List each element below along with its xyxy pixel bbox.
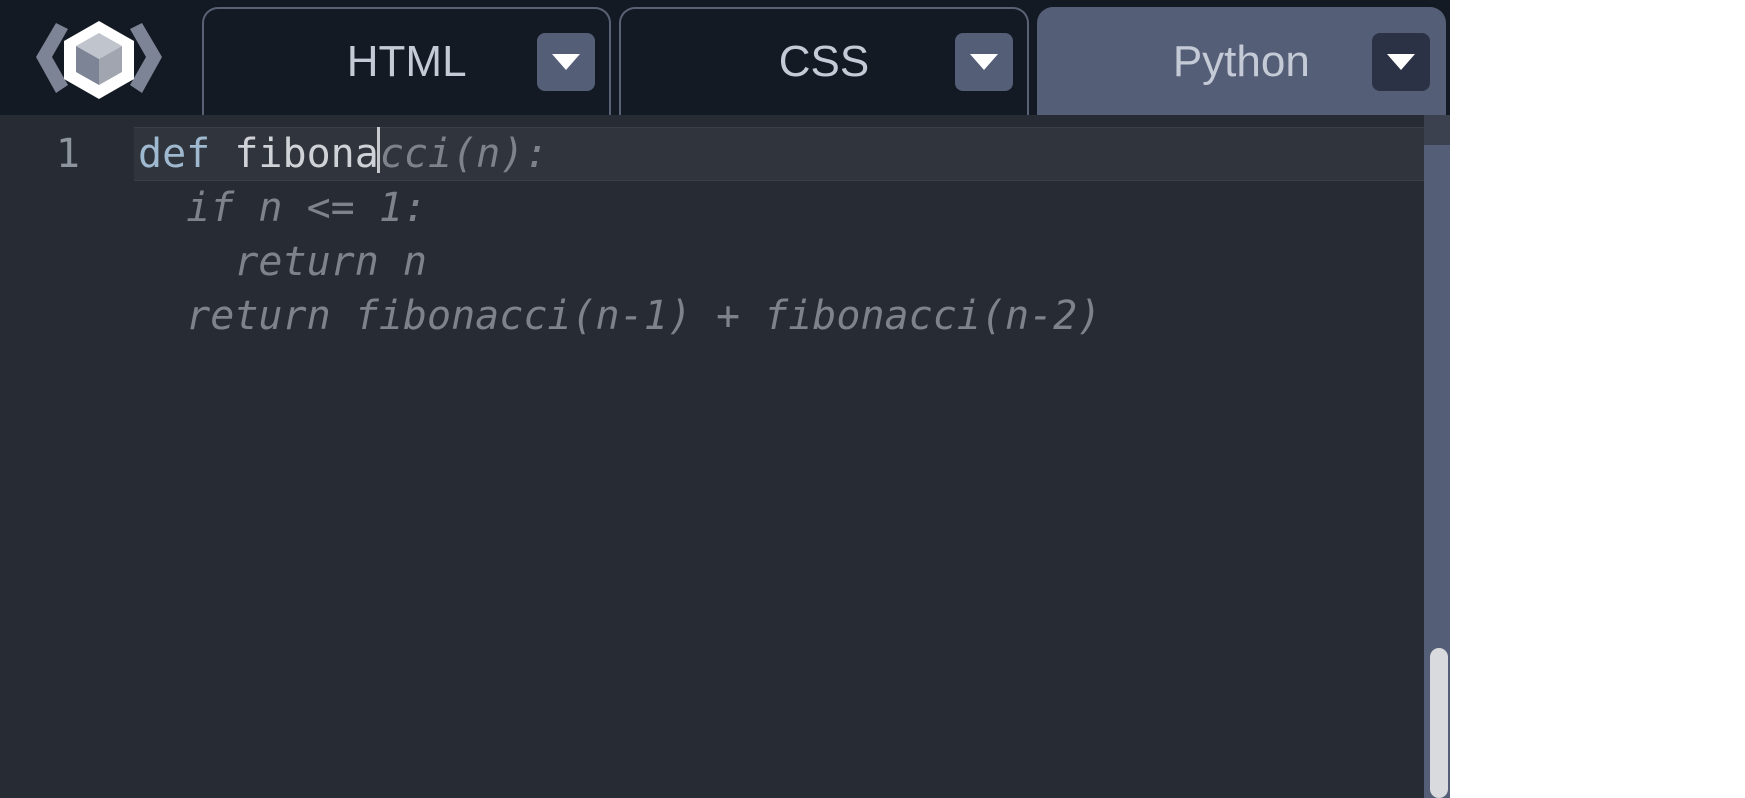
keyword-def: def (138, 131, 210, 177)
app-root: HTML CSS Python (0, 0, 1745, 798)
code-area[interactable]: def fibonacci(n): if n <= 1: return n re… (110, 115, 1450, 798)
chevron-down-icon (1387, 54, 1415, 70)
ghost-suggestion-line: return fibonacci(n-1) + fibonacci(n-2) (110, 289, 1450, 343)
editor-body: 1 def fibonacci(n): if n <= 1: return n … (0, 115, 1450, 798)
tab-html[interactable]: HTML (202, 7, 611, 115)
ghost-suggestion-inline: cci(n): (380, 131, 549, 177)
overview-ruler-mark (1424, 115, 1450, 145)
scrollbar-thumb[interactable] (1430, 648, 1448, 798)
ghost-suggestion-line: return n (110, 235, 1450, 289)
code-line-1: def fibonacci(n): (110, 127, 1450, 181)
line-number-gutter: 1 (0, 115, 110, 798)
editor-panel: HTML CSS Python (0, 0, 1450, 798)
cube-logo-icon (24, 5, 174, 110)
tab-css-dropdown[interactable] (955, 33, 1013, 91)
tab-python[interactable]: Python (1037, 7, 1446, 115)
tab-python-dropdown[interactable] (1372, 33, 1430, 91)
chevron-down-icon (552, 54, 580, 70)
tab-html-dropdown[interactable] (537, 33, 595, 91)
header: HTML CSS Python (0, 0, 1450, 115)
vertical-scrollbar[interactable] (1424, 115, 1450, 798)
ghost-suggestion-line: if n <= 1: (110, 181, 1450, 235)
chevron-down-icon (970, 54, 998, 70)
typed-text: fibona (210, 131, 379, 177)
line-number: 1 (0, 127, 80, 181)
preview-panel (1450, 0, 1745, 798)
app-logo[interactable] (0, 0, 198, 115)
tab-css[interactable]: CSS (619, 7, 1028, 115)
tab-bar: HTML CSS Python (198, 0, 1450, 115)
